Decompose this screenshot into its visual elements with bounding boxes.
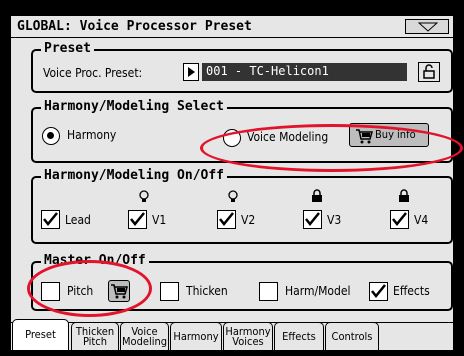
checkbox-v2[interactable] xyxy=(217,210,236,229)
play-icon xyxy=(188,67,195,77)
checkbox-thicken-label: Thicken xyxy=(186,284,228,298)
checkmark-icon xyxy=(392,212,407,226)
radio-voice-modeling[interactable] xyxy=(223,129,241,147)
checkbox-lead[interactable] xyxy=(41,210,60,229)
cart-icon xyxy=(111,284,128,299)
bulb-icon xyxy=(228,190,238,202)
page-title: GLOBAL: Voice Processor Preset xyxy=(17,19,252,34)
buy-info-button[interactable]: Buy info xyxy=(349,123,429,147)
tab-controls[interactable]: Controls xyxy=(325,322,379,350)
checkbox-v4[interactable] xyxy=(390,210,409,229)
checkbox-pitch-label: Pitch xyxy=(67,284,94,298)
radio-selected-dot xyxy=(47,132,54,139)
checkbox-v2-label: V2 xyxy=(241,213,256,227)
radio-harmony-label: Harmony xyxy=(67,128,117,142)
checkbox-harm-model-label: Harm/Model xyxy=(285,284,351,298)
tab-voice-modeling[interactable]: Voice Modeling xyxy=(120,322,169,350)
triangle-down-icon xyxy=(418,22,438,32)
bulb-icon xyxy=(139,190,149,202)
preset-value-field[interactable]: 001 - TC-Helicon1 xyxy=(202,63,407,81)
voice-proc-preset-label: Voice Proc. Preset: xyxy=(43,66,143,80)
checkbox-v3-label: V3 xyxy=(327,213,342,227)
select-group-title: Harmony/Modeling Select xyxy=(41,99,228,114)
checkbox-effects[interactable] xyxy=(369,282,388,301)
lock-icon xyxy=(399,189,409,202)
title-bar: GLOBAL: Voice Processor Preset xyxy=(11,16,453,38)
cart-icon xyxy=(356,129,373,144)
padlock-icon xyxy=(423,64,435,79)
tab-thicken-pitch[interactable]: Thicken Pitch xyxy=(71,322,119,350)
checkbox-lead-label: Lead xyxy=(65,213,91,227)
radio-harmony[interactable] xyxy=(42,127,60,145)
select-group: Harmony/Modeling Select Harmony Voice Mo… xyxy=(31,99,453,163)
tab-harmony[interactable]: Harmony xyxy=(170,322,222,350)
checkmark-icon xyxy=(43,212,58,226)
tab-bar: Preset Thicken Pitch Voice Modeling Harm… xyxy=(11,319,453,350)
checkmark-icon xyxy=(305,212,320,226)
checkbox-harm-model[interactable] xyxy=(259,282,278,301)
pitch-buy-button[interactable] xyxy=(108,280,130,302)
preset-group: Preset Voice Proc. Preset: 001 - TC-Heli… xyxy=(31,41,453,93)
checkbox-v1[interactable] xyxy=(128,210,147,229)
checkmark-icon xyxy=(219,212,234,226)
onoff-group-title: Harmony/Modeling On/Off xyxy=(41,168,228,183)
page-menu-button[interactable] xyxy=(405,19,449,34)
onoff-group: Harmony/Modeling On/Off Lead V1 V2 V3 V4 xyxy=(31,168,453,244)
tab-preset[interactable]: Preset xyxy=(12,319,69,350)
tab-effects[interactable]: Effects xyxy=(274,322,324,350)
checkbox-v1-label: V1 xyxy=(152,213,167,227)
checkbox-effects-label: Effects xyxy=(393,284,430,298)
checkmark-icon xyxy=(371,284,386,298)
master-group-title: Master On/Off xyxy=(41,253,149,268)
tab-harmony-voices[interactable]: Harmony Voices xyxy=(223,322,273,350)
display-screen: GLOBAL: Voice Processor Preset Preset Vo… xyxy=(10,15,454,351)
checkbox-v3[interactable] xyxy=(303,210,322,229)
preset-group-title: Preset xyxy=(41,41,94,56)
checkbox-v4-label: V4 xyxy=(414,213,429,227)
buy-info-label: Buy info xyxy=(375,128,416,141)
radio-voice-modeling-label: Voice Modeling xyxy=(247,130,329,144)
checkmark-icon xyxy=(130,212,145,226)
checkbox-pitch[interactable] xyxy=(41,282,60,301)
checkbox-thicken[interactable] xyxy=(160,282,179,301)
preset-play-button[interactable] xyxy=(183,63,199,81)
master-group: Master On/Off Pitch Thicken Harm/Model E… xyxy=(31,253,453,311)
lock-icon xyxy=(312,189,322,202)
preset-lock-button[interactable] xyxy=(418,62,440,82)
